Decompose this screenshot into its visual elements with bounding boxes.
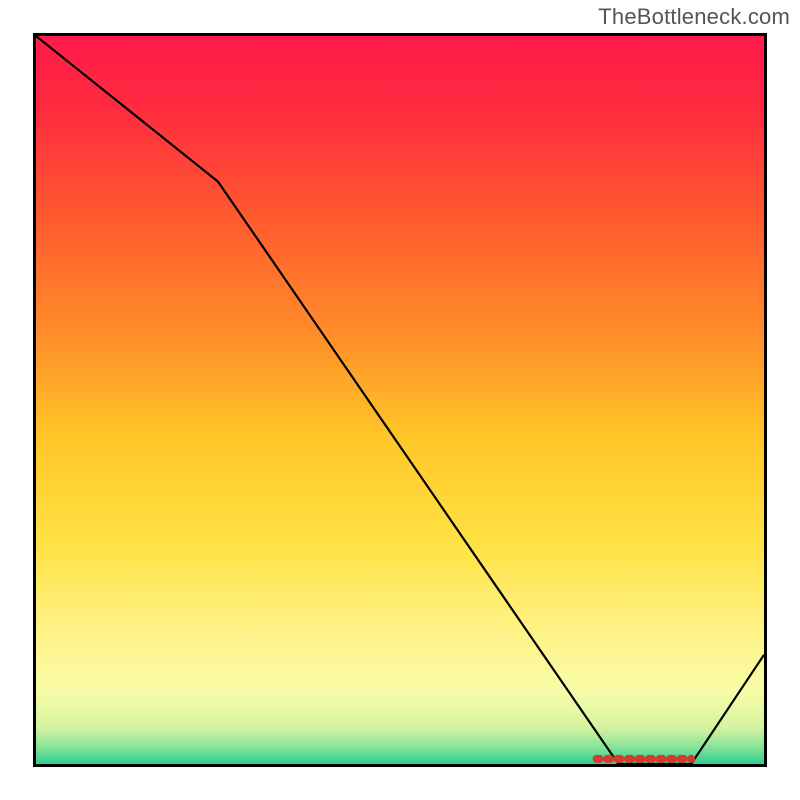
- gradient-rect: [36, 36, 764, 764]
- chart-frame: TheBottleneck.com: [0, 0, 800, 800]
- watermark-text: TheBottleneck.com: [598, 4, 790, 30]
- plot-area: [33, 33, 767, 767]
- chart-svg: [36, 36, 764, 764]
